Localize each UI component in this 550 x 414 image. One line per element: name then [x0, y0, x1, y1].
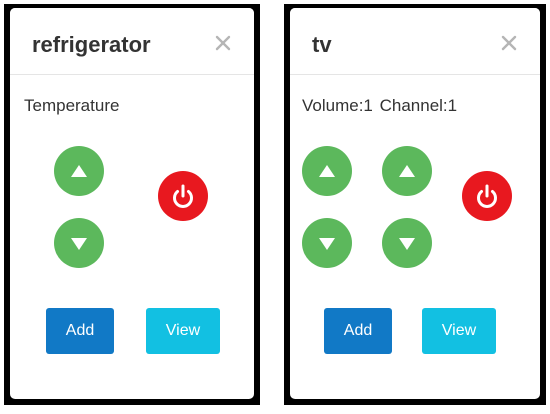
refrigerator-card-header: refrigerator [10, 8, 254, 75]
triangle-down-icon [399, 238, 415, 250]
power-icon [173, 184, 193, 208]
refrigerator-panel-frame: refrigerator Temperature Add View [4, 4, 260, 405]
triangle-up-icon [399, 165, 415, 177]
temperature-up-button[interactable] [54, 146, 104, 196]
tv-card: tv Volume:1 Channel:1 Add View [290, 8, 540, 399]
temperature-down-button[interactable] [54, 218, 104, 268]
close-button[interactable] [498, 32, 520, 54]
close-button[interactable] [212, 32, 234, 54]
temperature-label: Temperature [24, 96, 120, 115]
channel-up-button[interactable] [382, 146, 432, 196]
triangle-up-icon [319, 165, 335, 177]
view-button[interactable]: View [422, 308, 496, 354]
view-button[interactable]: View [146, 308, 220, 354]
refrigerator-card: refrigerator Temperature Add View [10, 8, 254, 399]
tv-card-header: tv [290, 8, 540, 75]
add-button[interactable]: Add [324, 308, 392, 354]
power-button[interactable] [462, 171, 512, 221]
triangle-down-icon [319, 238, 335, 250]
power-icon [477, 184, 497, 208]
channel-down-button[interactable] [382, 218, 432, 268]
volume-channel-label: Volume:1 Channel:1 [302, 96, 458, 115]
tv-panel-frame: tv Volume:1 Channel:1 Add View [284, 4, 546, 405]
tv-title: tv [312, 32, 332, 57]
refrigerator-title: refrigerator [32, 32, 151, 57]
power-button[interactable] [158, 171, 208, 221]
volume-down-button[interactable] [302, 218, 352, 268]
close-icon [501, 35, 517, 51]
triangle-up-icon [71, 165, 87, 177]
close-icon [215, 35, 231, 51]
add-button[interactable]: Add [46, 308, 114, 354]
triangle-down-icon [71, 238, 87, 250]
volume-up-button[interactable] [302, 146, 352, 196]
